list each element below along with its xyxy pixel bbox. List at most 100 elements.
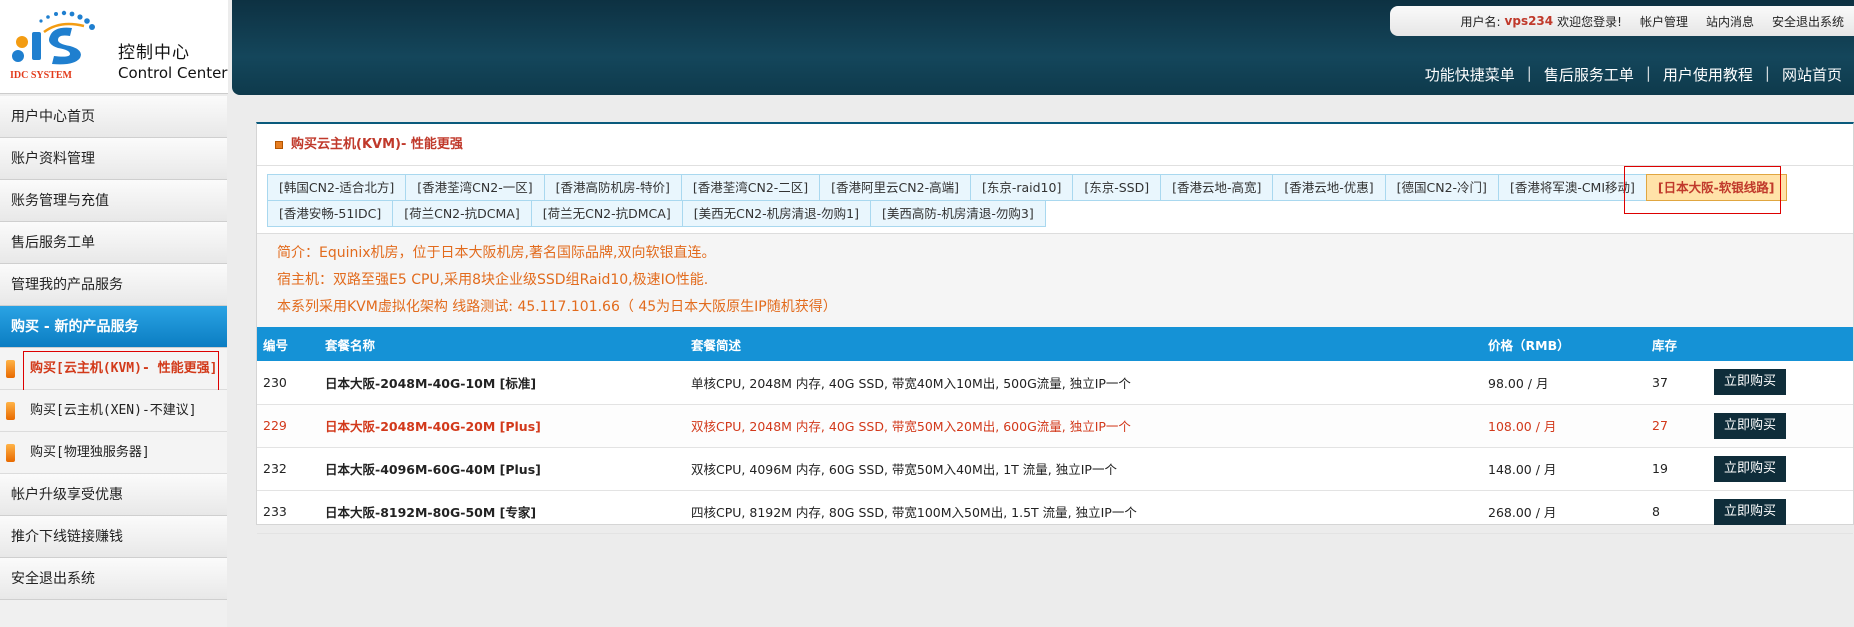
plan-price: 98.00 / 月 — [1488, 375, 1549, 391]
plan-action: 立即购买 — [1708, 404, 1853, 447]
region-tab[interactable]: [美西无CN2-机房清退-勿购1] — [681, 200, 871, 227]
plan-desc: 双核CPU, 4096M 内存, 60G SSD, 带宽50M入40M出, 1T… — [691, 462, 1117, 477]
highlight-frame — [23, 351, 219, 391]
username: vps234 — [1504, 14, 1554, 28]
plan-id: 233 — [263, 504, 287, 519]
sidebar-item-buy-new[interactable]: 购买 - 新的产品服务 — [0, 306, 227, 348]
sidebar-item-logout[interactable]: 安全退出系统 — [0, 558, 227, 600]
region-tab[interactable]: [香港安畅-51IDC] — [267, 200, 394, 227]
region-tab[interactable]: [香港阿里云CN2-高端] — [819, 174, 971, 201]
plan-price: 148.00 / 月 — [1488, 462, 1557, 477]
col-price: 价格（RMB） — [1488, 337, 1570, 353]
plan-desc: 四核CPU, 8192M 内存, 80G SSD, 带宽100M入50M出, 1… — [691, 505, 1137, 520]
sidebar-item-upgrade[interactable]: 帐户升级享受优惠 — [0, 474, 227, 516]
region-tab[interactable]: [荷兰无CN2-抗DMCA] — [530, 200, 683, 227]
region-tab[interactable]: [香港高防机房-特价] — [543, 174, 682, 201]
col-action — [1708, 327, 1853, 361]
plan-stock: 19 — [1652, 461, 1668, 476]
sidebar-item-home[interactable]: 用户中心首页 — [0, 96, 227, 138]
sidebar-sub-label: 购买[物理独服务器] — [30, 445, 150, 460]
intro-line: 宿主机：双路至强E5 CPU,采用8块企业级SSD组Raid10,极速IO性能. — [277, 272, 709, 288]
plan-name: 日本大阪-2048M-40G-20M [Plus] — [325, 419, 541, 434]
buy-now-button[interactable]: 立即购买 — [1714, 369, 1787, 396]
panel-title-text: 购买云主机(KVM)- 性能更强 — [291, 137, 463, 152]
orange-bullet-icon — [6, 444, 15, 462]
table-header-row: 编号 套餐名称 套餐简述 价格（RMB） 库存 — [257, 327, 1853, 361]
region-tab[interactable]: [美西高防-机房清退-勿购3] — [869, 200, 1046, 227]
region-tab[interactable]: [东京-SSD] — [1072, 174, 1162, 201]
sidebar-item-referral[interactable]: 推介下线链接赚钱 — [0, 516, 227, 558]
plan-stock: 8 — [1652, 504, 1660, 519]
intro-line: 本系列采用KVM虚拟化架构 线路测试: 45.117.101.66（ 45为日本… — [277, 299, 837, 315]
buy-now-button[interactable]: 立即购买 — [1714, 455, 1787, 482]
col-desc: 套餐简述 — [691, 337, 742, 353]
plan-action: 立即购买 — [1708, 361, 1853, 404]
nav-separator: | — [1645, 64, 1651, 82]
product-panel: 购买云主机(KVM)- 性能更强 [韩国CN2-适合北方] [香港荃湾CN2-一区… — [256, 122, 1854, 533]
plan-name: 日本大阪-4096M-60G-40M [Plus] — [325, 462, 541, 477]
sidebar-item-tickets[interactable]: 售后服务工单 — [0, 222, 227, 264]
logo: IDC SYSTEM 控制中心 Control Center — [0, 0, 228, 94]
plan-stock: 27 — [1652, 418, 1668, 433]
plan-stock: 37 — [1652, 374, 1668, 390]
plan-name: 日本大阪-2048M-40G-10M [标准] — [325, 375, 537, 391]
product-intro: 简介：Equinix机房，位于日本大阪机房,著名国际品牌,双向软银直连。 宿主机… — [257, 233, 1853, 327]
col-stock: 库存 — [1652, 337, 1678, 353]
region-tab[interactable]: [香港荃湾CN2-一区] — [405, 174, 545, 201]
plan-id: 230 — [263, 374, 287, 390]
region-tab[interactable]: [德国CN2-冷门] — [1384, 174, 1499, 201]
user-bar: 用户名: vps234 欢迎您登录! 帐户管理 站内消息 安全退出系统 — [1390, 6, 1854, 36]
sidebar-sub-label: 购买[云主机(XEN)-不建议] — [30, 403, 197, 418]
plan-id: 232 — [263, 461, 287, 476]
region-tab[interactable]: [香港云地-高宽] — [1160, 174, 1274, 201]
plan-price: 268.00 / 月 — [1488, 505, 1557, 520]
plan-desc: 单核CPU, 2048M 内存, 40G SSD, 带宽40M入10M出, 50… — [691, 375, 1131, 391]
plan-id: 229 — [263, 418, 287, 433]
logo-brand: IDC SYSTEM — [10, 70, 72, 81]
top-header: 用户名: vps234 欢迎您登录! 帐户管理 站内消息 安全退出系统 功能快捷… — [232, 0, 1854, 95]
table-row: 232 日本大阪-4096M-60G-40M [Plus] 双核CPU, 4096M… — [257, 447, 1853, 490]
col-name: 套餐名称 — [325, 337, 376, 353]
logo-title-en: Control Center — [118, 64, 228, 82]
logo-title-cn: 控制中心 — [118, 43, 190, 63]
sidebar-sub-buy-xen[interactable]: 购买[云主机(XEN)-不建议] — [0, 390, 227, 432]
orange-bullet-icon — [6, 360, 15, 378]
site-messages-link[interactable]: 站内消息 — [1706, 13, 1754, 30]
buy-now-button[interactable]: 立即购买 — [1714, 498, 1787, 525]
support-ticket-link[interactable]: 售后服务工单 — [1544, 64, 1634, 85]
nav-separator: | — [1526, 64, 1532, 82]
account-manage-link[interactable]: 帐户管理 — [1640, 13, 1688, 30]
user-guide-link[interactable]: 用户使用教程 — [1663, 64, 1753, 85]
sidebar-sub-buy-kvm[interactable]: 购买[云主机(KVM)- 性能更强] — [0, 348, 227, 391]
sidebar-item-my-products[interactable]: 管理我的产品服务 — [0, 264, 227, 306]
plan-desc: 双核CPU, 2048M 内存, 40G SSD, 带宽50M入20M出, 60… — [691, 419, 1131, 434]
region-tabs: [韩国CN2-适合北方] [香港荃湾CN2-一区] [香港高防机房-特价] [香港荃湾… — [257, 166, 1837, 227]
plan-table: 编号 套餐名称 套餐简述 价格（RMB） 库存 230 日本大阪-2048M-40… — [257, 327, 1853, 534]
region-tab[interactable]: [日本大阪-软银线路] — [1645, 174, 1787, 201]
logout-link[interactable]: 安全退出系统 — [1772, 13, 1844, 30]
site-home-link[interactable]: 网站首页 — [1782, 64, 1842, 85]
plan-action: 立即购买 — [1708, 490, 1853, 533]
region-tab[interactable]: [香港荃湾CN2-二区] — [680, 174, 821, 201]
sidebar: 用户中心首页 账户资料管理 账务管理与充值 售后服务工单 管理我的产品服务 购买… — [0, 96, 227, 627]
region-tab[interactable]: [香港将军澳-CMI移动] — [1497, 174, 1647, 201]
square-bullet-icon — [275, 140, 283, 149]
plan-action: 立即购买 — [1708, 447, 1853, 490]
region-tab[interactable]: [韩国CN2-适合北方] — [267, 174, 407, 201]
username-label: 用户名: — [1460, 14, 1501, 29]
sidebar-item-account-info[interactable]: 账户资料管理 — [0, 138, 227, 180]
buy-now-button[interactable]: 立即购买 — [1714, 412, 1787, 439]
table-row: 230 日本大阪-2048M-40G-10M [标准] 单核CPU, 2048M 内… — [257, 361, 1853, 404]
panel-title: 购买云主机(KVM)- 性能更强 — [257, 124, 1853, 166]
sidebar-item-billing[interactable]: 账务管理与充值 — [0, 180, 227, 222]
nav-separator: | — [1764, 64, 1770, 82]
region-tab[interactable]: [东京-raid10] — [969, 174, 1074, 201]
region-tab[interactable]: [香港云地-优惠] — [1272, 174, 1386, 201]
sidebar-sub-buy-dedicated[interactable]: 购买[物理独服务器] — [0, 432, 227, 474]
plan-price: 108.00 / 月 — [1488, 419, 1557, 434]
intro-line: 简介：Equinix机房，位于日本大阪机房,著名国际品牌,双向软银直连。 — [277, 245, 716, 261]
region-tab[interactable]: [荷兰CN2-抗DCMA] — [392, 200, 532, 227]
quick-menu-link[interactable]: 功能快捷菜单 — [1425, 64, 1515, 85]
table-row: 229 日本大阪-2048M-40G-20M [Plus] 双核CPU, 2048M… — [257, 404, 1853, 447]
quick-nav: 功能快捷菜单 | 售后服务工单 | 用户使用教程 | 网站首页 — [1425, 64, 1842, 85]
